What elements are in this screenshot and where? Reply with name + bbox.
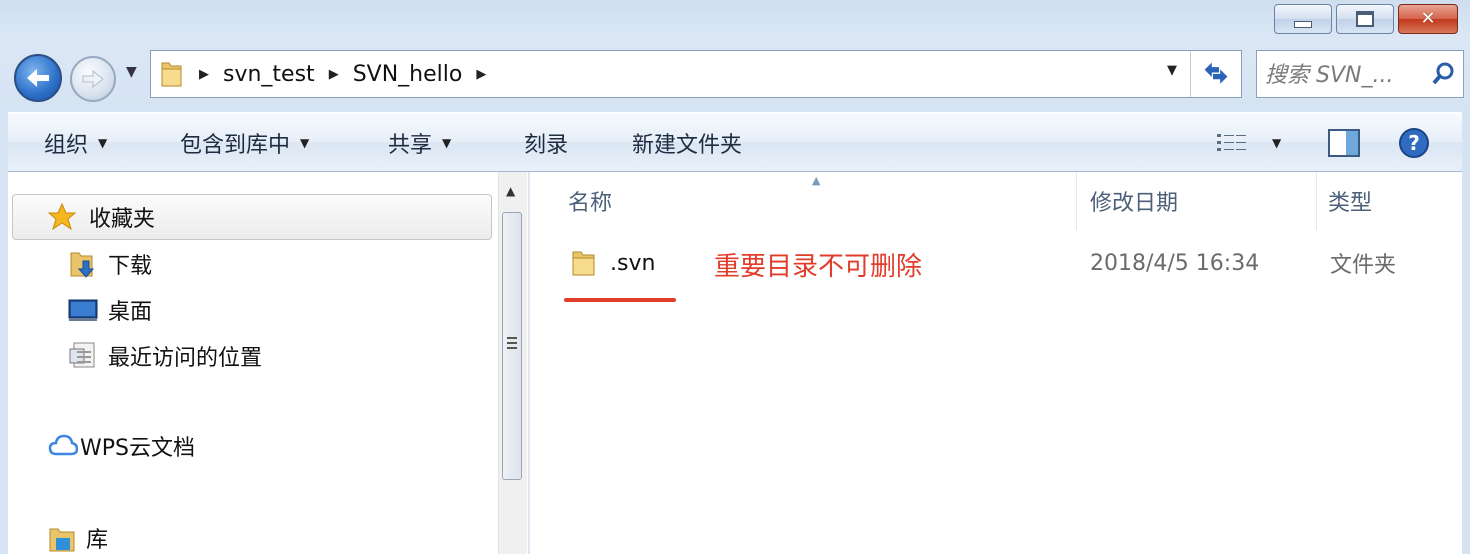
command-toolbar: 组织 ▼ 包含到库中 ▼ 共享 ▼ 刻录 新建文件夹 ▼ ?: [8, 112, 1462, 172]
sidebar-item-label: 下载: [108, 254, 153, 279]
sidebar-item-label: 收藏夹: [89, 207, 156, 232]
preview-pane-icon: [1328, 129, 1360, 157]
help-button[interactable]: ?: [1398, 113, 1430, 173]
burn-label: 刻录: [524, 133, 569, 158]
address-bar[interactable]: ▶ svn_test ▶ SVN_hello ▶ ▼: [150, 50, 1242, 98]
forward-button[interactable]: [70, 56, 116, 102]
explorer-window: ✕ ▼ ▶ svn_test ▶ SVN_hello ▶ ▼ 搜索 SVN_..…: [0, 0, 1470, 554]
file-name: .svn: [610, 250, 656, 276]
download-folder-icon: [70, 252, 95, 278]
organize-label: 组织: [44, 133, 89, 158]
column-header-name[interactable]: 名称: [568, 172, 612, 230]
organize-menu-button[interactable]: 组织 ▼: [44, 113, 107, 173]
file-date-modified: 2018/4/5 16:34: [1090, 250, 1260, 276]
maximize-button[interactable]: [1336, 4, 1394, 34]
sidebar-item-favorites[interactable]: 收藏夹: [12, 194, 492, 240]
folder-icon: [161, 62, 182, 87]
close-icon: ✕: [1420, 8, 1436, 29]
window-controls: ✕: [1274, 4, 1458, 34]
breadcrumb-svn-hello[interactable]: SVN_hello: [353, 62, 463, 87]
annotation-text: 重要目录不可删除: [714, 252, 923, 282]
file-list-pane: ▲ 名称 修改日期 类型 .svn 2018/4/5 16:34 文件夹 重要目…: [530, 172, 1462, 554]
minimize-icon: [1294, 20, 1312, 28]
column-header-type[interactable]: 类型: [1328, 172, 1372, 230]
preview-pane-button[interactable]: [1328, 113, 1360, 173]
refresh-button[interactable]: [1190, 51, 1241, 97]
column-header-label: 修改日期: [1090, 191, 1179, 216]
new-folder-label: 新建文件夹: [632, 133, 743, 158]
chevron-down-icon: ▼: [442, 136, 452, 150]
minimize-button[interactable]: [1274, 4, 1332, 34]
back-button[interactable]: [14, 54, 62, 102]
breadcrumb-separator[interactable]: ▶: [329, 67, 339, 82]
address-dropdown[interactable]: ▼: [1167, 63, 1177, 78]
cloud-icon: [48, 434, 78, 456]
sidebar-item-label: 库: [86, 528, 109, 553]
maximize-icon: [1356, 11, 1374, 27]
sidebar-item-recent-places[interactable]: 最近访问的位置: [68, 340, 262, 372]
share-label: 共享: [388, 133, 433, 158]
file-type: 文件夹: [1330, 253, 1397, 278]
navigation-bar: ▼ ▶ svn_test ▶ SVN_hello ▶ ▼: [10, 46, 1464, 104]
new-folder-button[interactable]: 新建文件夹: [632, 113, 742, 173]
help-icon: ?: [1399, 128, 1429, 158]
back-arrow-icon: [27, 69, 49, 87]
view-options-button[interactable]: ▼: [1216, 113, 1281, 173]
sort-indicator-icon: ▲: [812, 174, 821, 187]
breadcrumb-separator[interactable]: ▶: [199, 67, 209, 82]
annotation-underline: [564, 298, 676, 302]
file-row[interactable]: .svn: [570, 240, 655, 286]
sidebar-item-desktop[interactable]: 桌面: [68, 294, 152, 326]
close-button[interactable]: ✕: [1398, 4, 1458, 34]
view-options-icon: [1217, 134, 1246, 151]
column-header-label: 类型: [1328, 191, 1373, 216]
star-icon: [47, 202, 77, 231]
sidebar-item-label: WPS云文档: [80, 436, 195, 461]
sidebar-item-wps-cloud[interactable]: WPS云文档: [48, 430, 195, 462]
forward-arrow-icon: [82, 69, 104, 89]
refresh-icon: [1204, 62, 1228, 84]
column-separator[interactable]: [1316, 172, 1317, 230]
sidebar-item-label: 最近访问的位置: [108, 346, 263, 371]
share-menu-button[interactable]: 共享 ▼: [388, 113, 451, 173]
burn-button[interactable]: 刻录: [524, 113, 568, 173]
chevron-down-icon: ▼: [98, 136, 108, 150]
chevron-down-icon: ▼: [300, 136, 310, 150]
sidebar-item-downloads[interactable]: 下载: [68, 248, 152, 280]
scroll-up-icon[interactable]: ▲: [506, 184, 515, 198]
column-header-label: 名称: [568, 191, 613, 216]
search-box[interactable]: [1256, 50, 1464, 98]
scrollbar-thumb[interactable]: [502, 212, 522, 480]
search-icon[interactable]: [1431, 61, 1455, 87]
include-library-menu-button[interactable]: 包含到库中 ▼: [180, 113, 309, 173]
library-icon: [49, 528, 75, 552]
breadcrumb-svn-test[interactable]: svn_test: [223, 62, 315, 87]
svg-text:?: ?: [1408, 131, 1420, 155]
include-library-label: 包含到库中: [180, 133, 291, 158]
column-header-date-modified[interactable]: 修改日期: [1090, 172, 1178, 230]
column-separator[interactable]: [1076, 172, 1077, 230]
navigation-pane: 收藏夹 下载 桌面 最近访问的位置 WPS云文档 库: [8, 172, 496, 554]
chevron-down-icon[interactable]: ▼: [1272, 136, 1281, 150]
content-area: 收藏夹 下载 桌面 最近访问的位置 WPS云文档 库 ▲ ▲ 名称 修改日期 类…: [8, 172, 1462, 554]
search-input[interactable]: [1263, 59, 1427, 91]
folder-icon: [572, 251, 595, 276]
recent-pages-dropdown[interactable]: ▼: [126, 64, 137, 80]
recent-places-icon: [69, 342, 95, 368]
sidebar-item-library[interactable]: 库: [48, 522, 108, 554]
sidebar-item-label: 桌面: [108, 300, 153, 325]
breadcrumb-separator[interactable]: ▶: [476, 67, 486, 82]
desktop-icon: [68, 299, 98, 321]
navigation-pane-scrollbar[interactable]: ▲: [498, 172, 527, 554]
